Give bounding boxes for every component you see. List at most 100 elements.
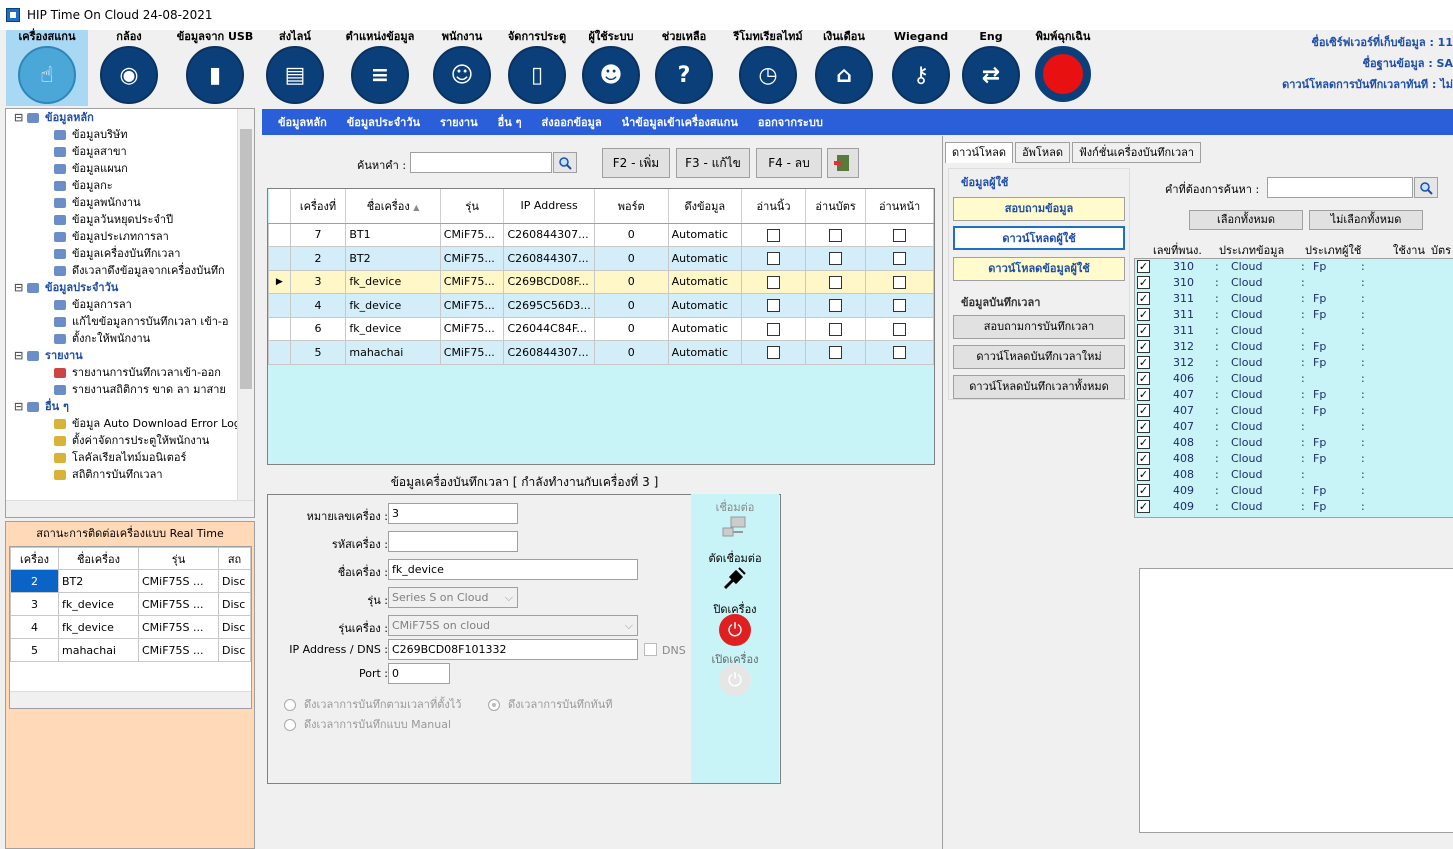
toolbar-button-1[interactable]: กล้อง ◉ <box>96 30 162 106</box>
user-list-checkbox[interactable]: ✓ <box>1137 388 1150 401</box>
user-list-checkbox[interactable]: ✓ <box>1137 308 1150 321</box>
collapse-icon[interactable]: ⊟ <box>14 281 27 294</box>
add-button[interactable]: F2 - เพิ่ม <box>602 148 670 178</box>
collapse-icon[interactable]: ⊟ <box>14 111 27 124</box>
tree-item[interactable]: ข้อมูลวันหยุดประจำปี <box>6 211 254 228</box>
user-list-row[interactable]: ✓ 406: Cloud:: <box>1135 371 1453 387</box>
user-list-checkbox[interactable]: ✓ <box>1137 276 1150 289</box>
menu-item-4[interactable]: ส่งออกข้อมูล <box>542 113 602 131</box>
user-list-row[interactable]: ✓ 409: Cloud: Fp: <box>1135 499 1453 515</box>
row-selector[interactable] <box>268 293 291 318</box>
grid-col-face[interactable]: อ่านหน้า <box>865 189 934 224</box>
toolbar-button-4[interactable]: ตำแหน่งข้อมูล ≡ <box>338 30 422 106</box>
tree-item[interactable]: ข้อมูลแผนก <box>6 160 254 177</box>
menu-item-5[interactable]: นำข้อมูลเข้าเครื่องสแกน <box>622 113 738 131</box>
grid-checkbox[interactable] <box>829 252 843 265</box>
tab-download[interactable]: ดาวน์โหลด <box>945 142 1014 163</box>
grid-checkbox[interactable] <box>767 346 781 359</box>
row-selector[interactable]: ▶ <box>268 269 291 294</box>
machine-no-field[interactable]: 3 <box>388 503 518 524</box>
rt-col-name[interactable]: ชื่อเครื่อง <box>58 547 139 570</box>
user-list-checkbox[interactable]: ✓ <box>1137 484 1150 497</box>
toolbar-button-7[interactable]: ผู้ใช้ระบบ ☻ <box>578 30 644 106</box>
toolbar-button-8[interactable]: ช่วยเหลือ? <box>652 30 716 106</box>
user-list-row[interactable]: ✓ 310: Cloud: Fp: <box>1135 259 1453 275</box>
tree-group[interactable]: ⊟ รายงาน <box>6 347 254 364</box>
realtime-row[interactable]: 5 mahachai CMiF75S ... Disc <box>10 638 251 662</box>
tree-item[interactable]: ดึงเวลาดึงข้อมูลจากเครื่องบันทึก <box>6 262 254 279</box>
user-list-row[interactable]: ✓ 407: Cloud:: <box>1135 419 1453 435</box>
rt-col-machine[interactable]: เครื่อง <box>10 547 59 570</box>
menu-item-0[interactable]: ข้อมูลหลัก <box>278 113 327 131</box>
query-time-button[interactable]: สอบถามการบันทึกเวลา <box>953 315 1125 339</box>
download-user-button[interactable]: ดาวน์โหลดผู้ใช้ <box>953 226 1125 250</box>
grid-col-card[interactable]: อ่านบัตร <box>805 189 867 224</box>
user-list-checkbox[interactable]: ✓ <box>1137 324 1150 337</box>
tree-item[interactable]: ข้อมูลประเภทการลา <box>6 228 254 245</box>
tree-item[interactable]: รายงานการบันทึกเวลาเข้า-ออก <box>6 364 254 381</box>
grid-checkbox[interactable] <box>893 299 907 312</box>
realtime-row[interactable]: 4 fk_device CMiF75S ... Disc <box>10 615 251 639</box>
user-list-row[interactable]: ✓ 409: Cloud: Fp: <box>1135 483 1453 499</box>
deselect-all-button[interactable]: ไม่เลือกทั้งหมด <box>1309 210 1423 230</box>
tree-item[interactable]: รายงานสถิติการ ขาด ลา มาสาย <box>6 381 254 398</box>
realtime-hscroll[interactable] <box>10 691 251 708</box>
disconnect-button[interactable] <box>721 564 749 592</box>
user-list-checkbox[interactable]: ✓ <box>1137 452 1150 465</box>
port-field[interactable]: 0 <box>388 663 450 684</box>
user-list-checkbox[interactable]: ✓ <box>1137 356 1150 369</box>
grid-checkbox[interactable] <box>893 252 907 265</box>
tree-group[interactable]: ⊟ ข้อมูลประจำวัน <box>6 279 254 296</box>
delete-button[interactable]: F4 - ลบ <box>756 148 822 178</box>
row-selector[interactable] <box>268 246 291 271</box>
user-list-row[interactable]: ✓ 407: Cloud: Fp: <box>1135 387 1453 403</box>
tree-item[interactable]: ตั้งกะให้พนักงาน <box>6 330 254 347</box>
row-selector[interactable] <box>268 222 291 247</box>
search-input[interactable] <box>410 152 552 173</box>
series-select[interactable]: Series S on Cloud ⌵ <box>388 587 518 608</box>
edit-button[interactable]: F3 - แก้ไข <box>676 148 750 178</box>
user-list-checkbox[interactable]: ✓ <box>1137 468 1150 481</box>
user-list-row[interactable]: ✓ 312: Cloud: Fp: <box>1135 355 1453 371</box>
grid-col-pull[interactable]: ดึงข้อมูล <box>668 189 743 224</box>
user-list-checkbox[interactable]: ✓ <box>1137 292 1150 305</box>
realtime-row[interactable]: 3 fk_device CMiF75S ... Disc <box>10 592 251 616</box>
tree-item[interactable]: ข้อมูลพนักงาน <box>6 194 254 211</box>
toolbar-button-0[interactable]: เครื่องสแกน ☝ <box>6 30 88 106</box>
rt-col-model[interactable]: รุ่น <box>138 547 219 570</box>
user-list-row[interactable]: ✓ 408: Cloud:: <box>1135 467 1453 483</box>
grid-col-ip[interactable]: IP Address <box>503 189 595 224</box>
tree-item[interactable]: ข้อมูล Auto Download Error Log <box>6 415 254 432</box>
user-list-row[interactable]: ✓ 311: Cloud:: <box>1135 323 1453 339</box>
tree-vertical-scrollbar[interactable] <box>237 109 254 517</box>
grid-row[interactable]: 5 mahachai CMiF75... C260844307... 0 Automati… <box>268 340 934 365</box>
grid-checkbox[interactable] <box>829 228 843 242</box>
user-list-checkbox[interactable]: ✓ <box>1137 436 1150 449</box>
toolbar-button-12[interactable]: Eng ⇄ <box>960 30 1022 106</box>
grid-row[interactable]: 6 fk_device CMiF75... C26044C84F... 0 Automat… <box>268 316 934 341</box>
radio-immediate[interactable]: ดึงเวลาการบันทึกทันที <box>488 695 613 713</box>
toolbar-button-10[interactable]: เงินเดือน ⌂ <box>812 30 876 106</box>
grid-checkbox[interactable] <box>893 228 907 242</box>
rt-col-status[interactable]: สถ <box>218 547 251 570</box>
toolbar-button-13[interactable]: พิมพ์ฉุกเฉิน <box>1028 30 1098 106</box>
tree-item[interactable]: โลคัลเรียลไทม์มอนิเตอร์ <box>6 449 254 466</box>
grid-checkbox[interactable] <box>767 299 781 312</box>
user-list-checkbox[interactable]: ✓ <box>1137 340 1150 353</box>
grid-checkbox[interactable] <box>893 346 907 359</box>
tab-functions[interactable]: ฟังก์ชั่นเครื่องบันทึกเวลา <box>1071 142 1202 163</box>
tree-horizontal-scrollbar[interactable] <box>6 500 254 517</box>
grid-checkbox[interactable] <box>829 299 843 312</box>
user-list-row[interactable]: ✓ 311: Cloud: Fp: <box>1135 307 1453 323</box>
collapse-icon[interactable]: ⊟ <box>14 349 27 362</box>
query-user-button[interactable]: สอบถามข้อมูล <box>953 197 1125 221</box>
tree-item[interactable]: ข้อมูลกะ <box>6 177 254 194</box>
grid-row[interactable]: 2 BT2 CMiF75... C260844307... 0 Automatic <box>268 246 934 271</box>
ip-field[interactable]: C269BCD08F101332 <box>388 639 638 660</box>
dns-checkbox[interactable] <box>644 643 657 656</box>
grid-checkbox[interactable] <box>829 346 843 359</box>
tree-item[interactable]: แก้ไขข้อมูลการบันทึกเวลา เข้า-อ <box>6 313 254 330</box>
user-list-row[interactable]: ✓ 408: Cloud: Fp: <box>1135 435 1453 451</box>
grid-row[interactable]: 4 fk_device CMiF75... C2695C56D3... 0 Automat… <box>268 293 934 318</box>
toolbar-button-9[interactable]: รีโมทเรียลไทม์ ◷ <box>726 30 810 106</box>
